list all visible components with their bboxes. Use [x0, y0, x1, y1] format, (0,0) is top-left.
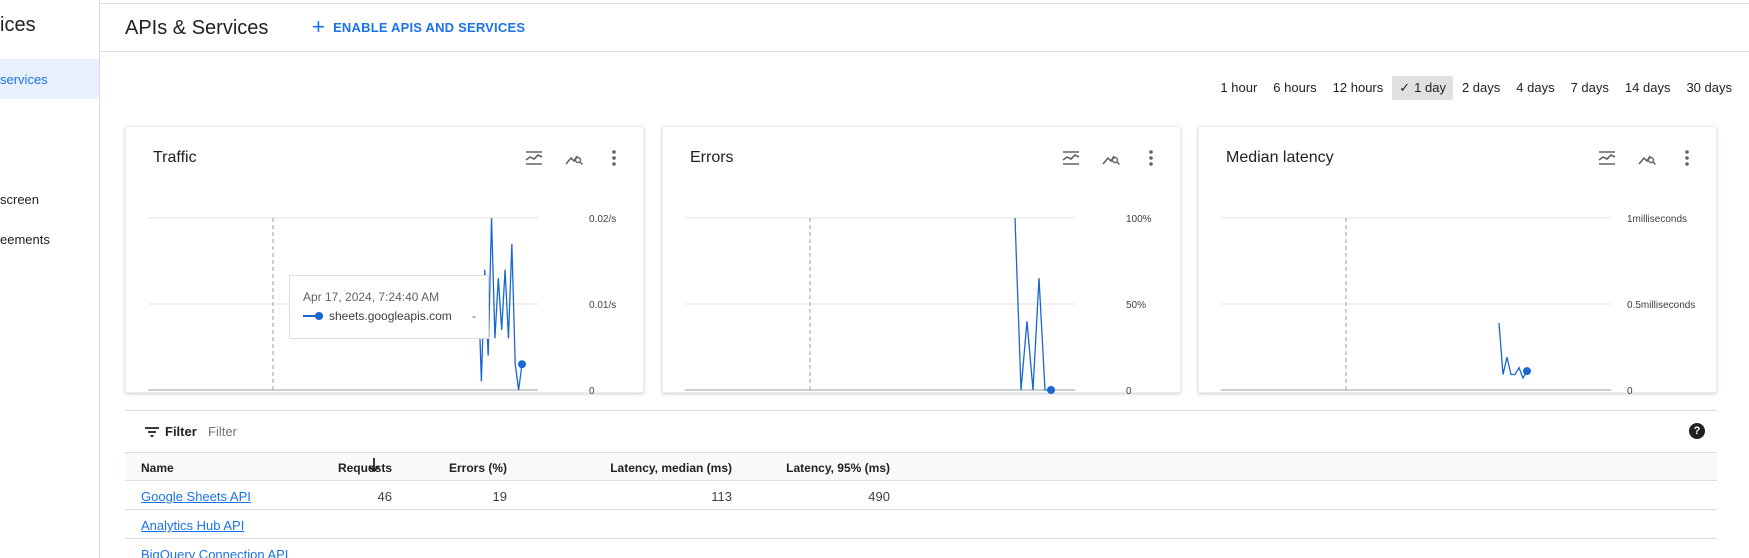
more-vert-icon[interactable]	[1676, 147, 1698, 169]
y-tick-label: 0.02/s	[589, 214, 616, 225]
tooltip-time: Apr 17, 2024, 7:24:40 AM	[303, 290, 440, 304]
more-vert-icon[interactable]	[603, 147, 625, 169]
legend-toggle-icon[interactable]	[1596, 147, 1618, 169]
time-range-14-days[interactable]: 14 days	[1618, 76, 1678, 100]
filter-input[interactable]	[208, 424, 508, 439]
check-icon: ✓	[1399, 80, 1411, 95]
plus-icon: +	[312, 14, 326, 39]
page-title: APIs & Services	[125, 17, 269, 39]
time-range-selector: 1 hour 6 hours 12 hours ✓ 1 day 2 days 4 …	[1213, 76, 1739, 100]
column-header-requests[interactable]: Requests	[338, 461, 392, 475]
latency-chart-plot: 1milliseconds 0.5milliseconds 0 UTC+26:0…	[1221, 214, 1695, 394]
legend-toggle-icon[interactable]	[1060, 147, 1082, 169]
tooltip-series: sheets.googleapis.com	[329, 309, 452, 323]
sidebar-item-oauth-consent-screen[interactable]: screen	[0, 192, 39, 207]
table-row: BigQuery Connection API	[125, 539, 1717, 558]
time-range-1-day[interactable]: ✓ 1 day	[1392, 76, 1453, 100]
column-header-latency-median[interactable]: Latency, median (ms)	[610, 461, 732, 475]
table-row: Google Sheets API 46 19 113 490	[125, 481, 1717, 510]
series-point	[1523, 367, 1531, 376]
tooltip-value: -	[472, 309, 476, 323]
y-tick-label: 100%	[1126, 214, 1152, 225]
explore-chart-icon[interactable]	[1636, 147, 1658, 169]
table-row: Analytics Hub API	[125, 510, 1717, 539]
y-tick-label: 0.5milliseconds	[1627, 300, 1695, 311]
series-line	[1498, 322, 1528, 380]
column-header-latency-95[interactable]: Latency, 95% (ms)	[786, 461, 890, 475]
errors-chart-card: Errors 100% 50% 0 UTC+26:00 AM12:00 PM6:…	[662, 126, 1181, 394]
latency-chart-card: Median latency 1milliseconds 0.5millisec…	[1198, 126, 1717, 394]
y-tick-label: 50%	[1126, 300, 1146, 311]
time-range-6-hours[interactable]: 6 hours	[1266, 76, 1323, 100]
errors-chart-plot: 100% 50% 0 UTC+26:00 AM12:00 PM6:00 PMAp…	[685, 214, 1152, 394]
time-range-1-day-label: 1 day	[1414, 80, 1446, 95]
column-header-errors[interactable]: Errors (%)	[449, 461, 507, 475]
cell-requests: 46	[377, 489, 392, 504]
errors-chart-title: Errors	[690, 149, 734, 166]
time-range-30-days[interactable]: 30 days	[1679, 76, 1739, 100]
time-range-1-hour[interactable]: 1 hour	[1213, 76, 1264, 100]
cell-errors: 19	[492, 489, 507, 504]
sidebar-item-enabled-services[interactable]: services	[0, 59, 99, 99]
page-header: APIs & Services + ENABLE APIS AND SERVIC…	[100, 4, 1749, 52]
filter-label: Filter	[165, 424, 197, 439]
help-icon[interactable]: ?	[1689, 423, 1705, 439]
column-header-name[interactable]: Name	[141, 461, 174, 475]
filter-list-icon	[145, 426, 159, 437]
time-range-4-days[interactable]: 4 days	[1509, 76, 1561, 100]
api-link[interactable]: Analytics Hub API	[141, 518, 244, 533]
series-point	[1047, 386, 1055, 394]
cell-latency-95: 490	[868, 489, 890, 504]
time-range-2-days[interactable]: 2 days	[1455, 76, 1507, 100]
chart-tooltip: Apr 17, 2024, 7:24:40 AM sheets.googleap…	[289, 275, 489, 339]
filter-bar: Filter ?	[125, 410, 1717, 452]
y-tick-label: 0	[1126, 386, 1132, 394]
time-range-7-days[interactable]: 7 days	[1564, 76, 1616, 100]
cell-latency-median: 113	[711, 489, 732, 504]
legend-toggle-icon[interactable]	[523, 147, 545, 169]
enable-apis-button[interactable]: + ENABLE APIS AND SERVICES	[312, 14, 526, 39]
api-link[interactable]: Google Sheets API	[141, 489, 251, 504]
y-tick-label: 1milliseconds	[1627, 214, 1687, 225]
time-range-12-hours[interactable]: 12 hours	[1326, 76, 1391, 100]
explore-chart-icon[interactable]	[563, 147, 585, 169]
y-tick-label: 0	[1627, 386, 1633, 394]
more-vert-icon[interactable]	[1140, 147, 1162, 169]
table-header: Name Requests Errors (%) Latency, median…	[125, 452, 1717, 481]
traffic-chart-card: Traffic 0.02/s 0.01/s 0 UTC+26:00 AM12:0…	[125, 126, 644, 394]
series-marker-icon	[303, 312, 323, 320]
enable-apis-label: ENABLE APIS AND SERVICES	[333, 19, 526, 35]
latency-chart-title: Median latency	[1226, 149, 1334, 166]
filter-button[interactable]: Filter	[145, 424, 197, 439]
traffic-chart-title: Traffic	[153, 149, 197, 166]
sidebar: ices services screen eements	[0, 0, 100, 558]
sidebar-item-page-usage-agreements[interactable]: eements	[0, 232, 50, 247]
y-tick-label: 0	[589, 386, 595, 394]
series-point	[518, 360, 526, 369]
sidebar-title: ices	[0, 14, 36, 36]
api-link[interactable]: BigQuery Connection API	[141, 547, 288, 558]
explore-chart-icon[interactable]	[1100, 147, 1122, 169]
y-tick-label: 0.01/s	[589, 300, 616, 311]
